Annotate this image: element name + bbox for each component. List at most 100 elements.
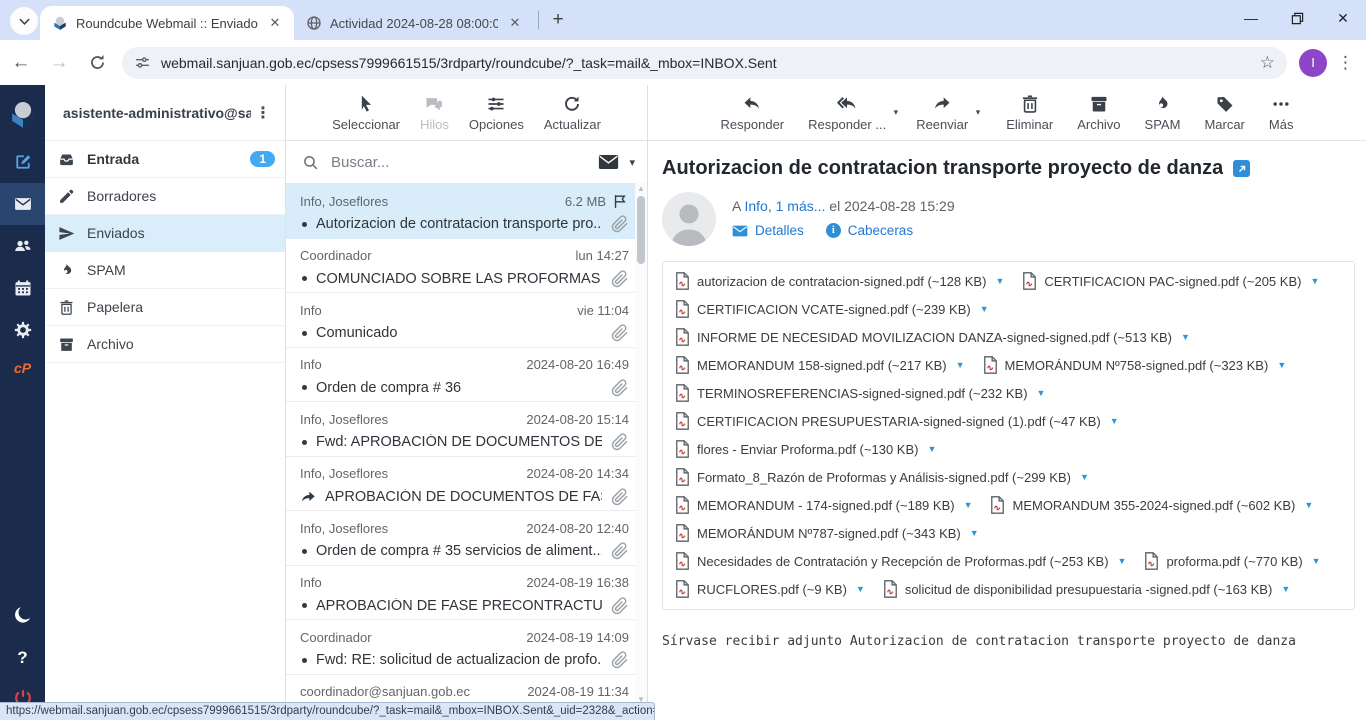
attachment-item[interactable]: MEMORANDUM - 174-signed.pdf (~189 KB) ▼ <box>675 496 972 514</box>
reply-all-button[interactable]: Responder ... ▾ <box>801 94 893 132</box>
browser-menu-button[interactable]: ⋮ <box>1337 53 1354 73</box>
attachment-menu-caret[interactable]: ▼ <box>856 584 865 594</box>
attachment-menu-caret[interactable]: ▼ <box>980 304 989 314</box>
attachment-menu-caret[interactable]: ▼ <box>995 276 1004 286</box>
attachment-menu-caret[interactable]: ▼ <box>1304 500 1313 510</box>
more-button[interactable]: Más <box>1262 94 1301 132</box>
list-scrollbar[interactable]: ▲ ▼ <box>635 182 647 720</box>
roundcube-logo[interactable] <box>0 89 45 141</box>
archive-button[interactable]: Archivo <box>1070 94 1127 132</box>
attachment-menu-caret[interactable]: ▼ <box>1310 276 1319 286</box>
options-button[interactable]: Opciones <box>462 94 531 132</box>
attachment-item[interactable]: MEMORANDUM 158-signed.pdf (~217 KB) ▼ <box>675 356 965 374</box>
headers-toggle[interactable]: i Cabeceras <box>826 223 913 238</box>
recipient-link[interactable]: Info <box>744 198 767 214</box>
tab-actividad[interactable]: Actividad 2024-08-28 08:00:00 ✕ <box>294 6 534 40</box>
compose-button[interactable] <box>0 141 45 183</box>
sidebar-item-entrada[interactable]: Entrada 1 <box>45 141 285 178</box>
sidebar-item-spam[interactable]: SPAM <box>45 252 285 289</box>
attachment-item[interactable]: flores - Enviar Proforma.pdf (~130 KB) ▼ <box>675 440 936 458</box>
message-list-item[interactable]: Coordinador 2024-08-19 14:09 Fwd: RE: so… <box>286 620 635 675</box>
forward-button[interactable]: → <box>42 46 76 80</box>
reply-button[interactable]: Responder <box>714 94 792 132</box>
calendar-nav-button[interactable] <box>0 267 45 309</box>
scroll-up-arrow[interactable]: ▲ <box>635 184 647 193</box>
account-menu-button[interactable]: ⋮ <box>251 103 275 123</box>
search-options-chevron[interactable]: ▾ <box>629 156 635 169</box>
contacts-nav-button[interactable] <box>0 225 45 267</box>
help-button[interactable]: ? <box>0 638 45 678</box>
sidebar-item-borradores[interactable]: Borradores <box>45 178 285 215</box>
mail-nav-button[interactable] <box>0 183 45 225</box>
attachment-menu-caret[interactable]: ▼ <box>1181 332 1190 342</box>
attachment-item[interactable]: MEMORANDUM 355-2024-signed.pdf (~602 KB)… <box>990 496 1313 514</box>
attachment-menu-caret[interactable]: ▼ <box>1080 472 1089 482</box>
message-list-item[interactable]: Info, Joseflores 2024-08-20 15:14 Fwd: A… <box>286 402 635 457</box>
attachment-item[interactable]: CERTIFICACION PRESUPUESTARIA-signed-sign… <box>675 412 1119 430</box>
attachment-menu-caret[interactable]: ▼ <box>1037 388 1046 398</box>
url-bar[interactable]: webmail.sanjuan.gob.ec/cpsess7999661515/… <box>122 47 1287 79</box>
attachment-item[interactable]: Formato_8_Razón de Proformas y Análisis-… <box>675 468 1089 486</box>
message-list-item[interactable]: Info, Joseflores 2024-08-20 14:34 APROBA… <box>286 457 635 512</box>
attachment-item[interactable]: INFORME DE NECESIDAD MOVILIZACION DANZA-… <box>675 328 1190 346</box>
reload-button[interactable] <box>80 46 114 80</box>
forward-dropdown[interactable]: ▾ <box>976 107 981 118</box>
sidebar-item-papelera[interactable]: Papelera <box>45 289 285 326</box>
attachment-item[interactable]: TERMINOSREFERENCIAS-signed-signed.pdf (~… <box>675 384 1045 402</box>
message-list-item[interactable]: Info, Joseflores 2024-08-20 12:40 Orden … <box>286 511 635 566</box>
select-button[interactable]: Seleccionar <box>325 94 407 132</box>
attachment-menu-caret[interactable]: ▼ <box>1110 416 1119 426</box>
refresh-button[interactable]: Actualizar <box>537 94 608 132</box>
mark-button[interactable]: Marcar <box>1197 94 1251 132</box>
attachment-item[interactable]: Necesidades de Contratación y Recepción … <box>675 552 1126 570</box>
more-recipients-link[interactable]: 1 más... <box>776 198 826 214</box>
dark-mode-toggle[interactable] <box>0 592 45 638</box>
attachment-menu-caret[interactable]: ▼ <box>927 444 936 454</box>
sidebar-item-archivo[interactable]: Archivo <box>45 326 285 363</box>
attachment-item[interactable]: CERTIFICACION PAC-signed.pdf (~205 KB) ▼ <box>1022 272 1319 290</box>
back-button[interactable]: ← <box>4 46 38 80</box>
close-window-button[interactable]: ✕ <box>1320 0 1366 36</box>
tab-search-button[interactable] <box>10 7 38 35</box>
attachment-item[interactable]: proforma.pdf (~770 KB) ▼ <box>1144 552 1320 570</box>
attachment-menu-caret[interactable]: ▼ <box>1277 360 1286 370</box>
reply-all-dropdown[interactable]: ▾ <box>894 107 899 118</box>
attachment-menu-caret[interactable]: ▼ <box>1312 556 1321 566</box>
search-input[interactable] <box>329 153 588 172</box>
new-tab-button[interactable]: + <box>545 7 571 33</box>
restore-button[interactable] <box>1274 0 1320 36</box>
attachment-menu-caret[interactable]: ▼ <box>964 500 973 510</box>
settings-nav-button[interactable] <box>0 309 45 351</box>
details-toggle[interactable]: Detalles <box>732 223 804 238</box>
attachment-menu-caret[interactable]: ▼ <box>956 360 965 370</box>
message-list-item[interactable]: Info 2024-08-20 16:49 Orden de compra # … <box>286 348 635 403</box>
attachment-menu-caret[interactable]: ▼ <box>1281 584 1290 594</box>
sidebar-item-enviados[interactable]: Enviados <box>45 215 285 252</box>
forward-button[interactable]: Reenviar ▾ <box>909 94 975 132</box>
scrollbar-thumb[interactable] <box>637 196 645 264</box>
attachment-menu-caret[interactable]: ▼ <box>1118 556 1127 566</box>
minimize-button[interactable]: — <box>1228 0 1274 36</box>
attachment-menu-caret[interactable]: ▼ <box>970 528 979 538</box>
attachment-item[interactable]: CERTIFICACION VCATE-signed.pdf (~239 KB)… <box>675 300 989 318</box>
threads-button[interactable]: Hilos <box>413 94 456 132</box>
bookmark-star-icon[interactable]: ☆ <box>1260 53 1275 73</box>
search-scope-icon[interactable] <box>598 154 619 170</box>
message-list-item[interactable]: Info, Joseflores 6.2 MB Autorizacion de … <box>286 184 635 239</box>
spam-button[interactable]: SPAM <box>1138 94 1188 132</box>
open-in-new-window-icon[interactable] <box>1233 160 1250 177</box>
attachment-item[interactable]: solicitud de disponibilidad presupuestar… <box>883 580 1290 598</box>
attachment-item[interactable]: autorizacion de contratacion-signed.pdf … <box>675 272 1004 290</box>
attachment-item[interactable]: MEMORÁNDUM Nº758-signed.pdf (~323 KB) ▼ <box>983 356 1287 374</box>
delete-button[interactable]: Eliminar <box>999 94 1060 132</box>
message-list-item[interactable]: Info vie 11:04 Comunicado <box>286 293 635 348</box>
message-list-item[interactable]: Info 2024-08-19 16:38 APROBACIÓN DE FASE… <box>286 566 635 621</box>
tab-close-icon[interactable]: ✕ <box>266 14 284 32</box>
tab-roundcube[interactable]: Roundcube Webmail :: Enviados ✕ <box>40 6 294 40</box>
browser-profile-avatar[interactable]: I <box>1299 49 1327 77</box>
cpanel-logo[interactable]: cP <box>0 351 45 385</box>
tab-close-icon[interactable]: ✕ <box>506 14 524 32</box>
attachment-item[interactable]: MEMORÁNDUM Nº787-signed.pdf (~343 KB) ▼ <box>675 524 979 542</box>
attachment-item[interactable]: RUCFLORES.pdf (~9 KB) ▼ <box>675 580 865 598</box>
message-list-item[interactable]: Coordinador lun 14:27 COMUNCIADO SOBRE L… <box>286 239 635 294</box>
